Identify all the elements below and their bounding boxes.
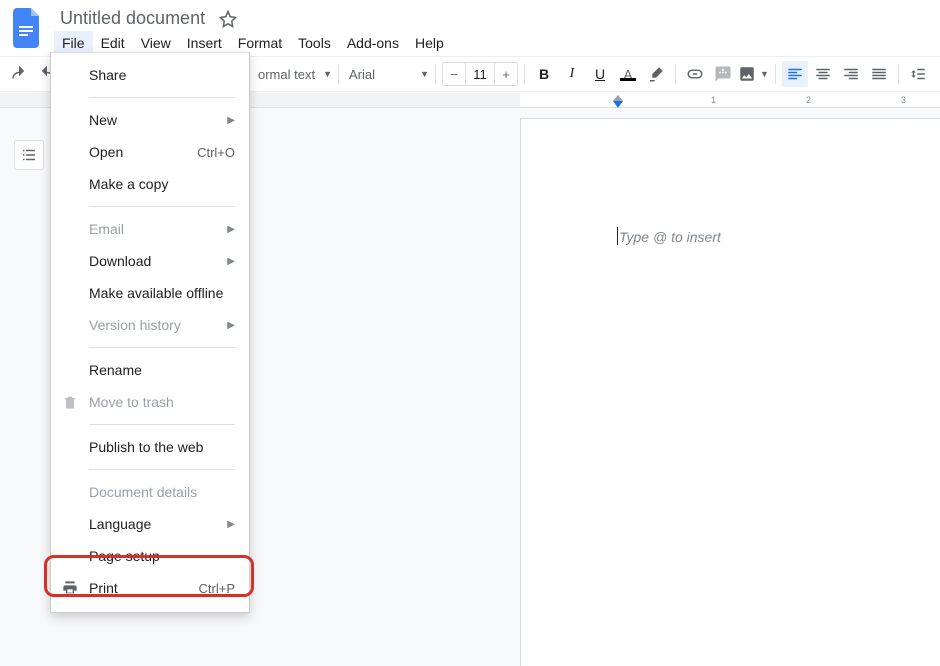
page-placeholder: Type @ to insert <box>619 229 721 245</box>
italic-button[interactable]: I <box>559 61 585 87</box>
ruler-tick-2: 2 <box>806 95 811 105</box>
text-color-swatch <box>620 78 636 81</box>
file-menu-make-offline-label: Make available offline <box>89 285 223 301</box>
header: Untitled document File Edit View Insert … <box>0 0 940 56</box>
file-menu-dropdown: Share New ▶ Open Ctrl+O Make a copy Emai… <box>50 52 250 613</box>
font-family-dropdown[interactable]: Arial ▼ <box>345 67 429 82</box>
align-justify-button[interactable] <box>866 61 892 87</box>
file-menu-page-setup-label: Page setup <box>89 548 160 564</box>
paragraph-style-dropdown[interactable]: ormal text ▼ <box>254 67 332 82</box>
trash-icon <box>61 393 79 411</box>
file-menu-make-copy-label: Make a copy <box>89 176 168 192</box>
chevron-down-icon: ▼ <box>420 69 429 79</box>
chevron-down-icon: ▼ <box>760 69 769 79</box>
file-menu-page-setup[interactable]: Page setup <box>51 540 249 572</box>
file-menu-version-history-label: Version history <box>89 317 181 333</box>
menu-addons[interactable]: Add-ons <box>339 31 407 55</box>
file-menu-print[interactable]: Print Ctrl+P <box>51 572 249 604</box>
ruler-left-indent-icon[interactable] <box>613 101 623 108</box>
file-menu-email[interactable]: Email ▶ <box>51 213 249 245</box>
file-menu-new-label: New <box>89 112 117 128</box>
file-menu-email-label: Email <box>89 221 124 237</box>
submenu-arrow-icon: ▶ <box>227 320 235 331</box>
submenu-arrow-icon: ▶ <box>227 519 235 530</box>
file-menu-print-label: Print <box>89 580 118 596</box>
menu-tools[interactable]: Tools <box>290 31 339 55</box>
insert-image-button[interactable]: ▼ <box>738 61 769 87</box>
highlight-color-button[interactable] <box>643 61 669 87</box>
file-menu-make-copy[interactable]: Make a copy <box>51 168 249 200</box>
menu-help[interactable]: Help <box>407 31 452 55</box>
file-menu-rename[interactable]: Rename <box>51 354 249 386</box>
font-size-decrease[interactable]: − <box>443 63 465 85</box>
paragraph-style-label: ormal text <box>254 67 319 82</box>
file-menu-open-shortcut: Ctrl+O <box>197 145 235 160</box>
align-center-button[interactable] <box>810 61 836 87</box>
file-menu-open-label: Open <box>89 144 123 160</box>
title-column: Untitled document File Edit View Insert … <box>54 6 452 55</box>
align-right-button[interactable] <box>838 61 864 87</box>
submenu-arrow-icon: ▶ <box>227 115 235 126</box>
file-menu-document-details-label: Document details <box>89 484 197 500</box>
chevron-down-icon: ▼ <box>323 69 332 79</box>
bold-button[interactable]: B <box>531 61 557 87</box>
ruler-tick-3: 3 <box>901 95 906 105</box>
file-menu-share[interactable]: Share <box>51 59 249 91</box>
file-menu-version-history[interactable]: Version history ▶ <box>51 309 249 341</box>
undo-button[interactable] <box>6 61 32 87</box>
star-icon[interactable] <box>219 10 237 28</box>
file-menu-print-shortcut: Ctrl+P <box>199 581 235 596</box>
title-row: Untitled document <box>54 8 452 29</box>
file-menu-new[interactable]: New ▶ <box>51 104 249 136</box>
file-menu-language-label: Language <box>89 516 151 532</box>
text-color-button[interactable]: A <box>615 61 641 87</box>
file-menu-move-to-trash[interactable]: Move to trash <box>51 386 249 418</box>
document-title[interactable]: Untitled document <box>54 8 211 29</box>
document-page[interactable]: Type @ to insert <box>520 118 940 666</box>
document-outline-button[interactable] <box>14 140 44 170</box>
ruler-tick-1: 1 <box>711 95 716 105</box>
font-size-value[interactable]: 11 <box>465 63 495 85</box>
font-family-label: Arial <box>345 67 379 82</box>
file-menu-document-details[interactable]: Document details <box>51 476 249 508</box>
align-left-button[interactable] <box>782 61 808 87</box>
submenu-arrow-icon: ▶ <box>227 256 235 267</box>
file-menu-make-offline[interactable]: Make available offline <box>51 277 249 309</box>
line-spacing-button[interactable] <box>905 61 931 87</box>
insert-comment-button[interactable] <box>710 61 736 87</box>
insert-link-button[interactable] <box>682 61 708 87</box>
underline-button[interactable]: U <box>587 61 613 87</box>
font-size-increase[interactable]: + <box>495 63 517 85</box>
print-icon <box>61 579 79 597</box>
docs-icon <box>13 8 43 48</box>
text-cursor <box>617 227 618 245</box>
file-menu-share-label: Share <box>89 67 126 83</box>
file-menu-move-to-trash-label: Move to trash <box>89 394 174 410</box>
submenu-arrow-icon: ▶ <box>227 224 235 235</box>
file-menu-rename-label: Rename <box>89 362 142 378</box>
file-menu-publish[interactable]: Publish to the web <box>51 431 249 463</box>
file-menu-download-label: Download <box>89 253 151 269</box>
file-menu-language[interactable]: Language ▶ <box>51 508 249 540</box>
file-menu-publish-label: Publish to the web <box>89 439 203 455</box>
font-size-stepper: − 11 + <box>442 62 518 86</box>
docs-logo[interactable] <box>8 8 48 48</box>
file-menu-open[interactable]: Open Ctrl+O <box>51 136 249 168</box>
file-menu-download[interactable]: Download ▶ <box>51 245 249 277</box>
